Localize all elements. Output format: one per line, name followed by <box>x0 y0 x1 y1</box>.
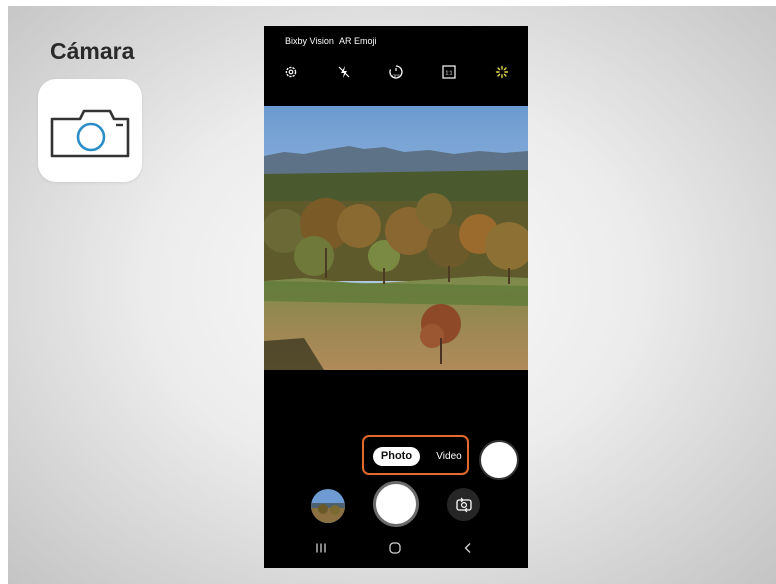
slide-title: Cámara <box>50 38 135 64</box>
floating-shutter-button[interactable] <box>479 440 519 480</box>
aspect-ratio-icon[interactable]: 1:1 <box>439 62 459 82</box>
settings-icon[interactable] <box>281 62 301 82</box>
aspect-ratio-label: 1:1 <box>446 71 453 77</box>
flash-off-icon[interactable] <box>334 62 354 82</box>
switch-camera-icon[interactable] <box>447 488 480 521</box>
viewfinder-preview <box>264 106 528 370</box>
video-mode-tab[interactable]: Video <box>431 447 467 466</box>
photo-mode-tab[interactable]: Photo <box>373 447 420 466</box>
phone-screen: Bixby Vision AR Emoji OFF 1:1 Photo Vide… <box>264 26 528 568</box>
timer-off-icon[interactable]: OFF <box>386 62 406 82</box>
filters-icon[interactable] <box>492 62 512 82</box>
gallery-thumbnail[interactable] <box>311 489 345 523</box>
bixby-vision-link[interactable]: Bixby Vision <box>285 36 334 46</box>
ar-emoji-link[interactable]: AR Emoji <box>339 36 377 46</box>
timer-off-label: OFF <box>392 74 400 78</box>
recent-apps-icon[interactable] <box>311 538 331 558</box>
back-icon[interactable] <box>458 538 478 558</box>
camera-app-icon <box>38 79 142 182</box>
home-icon[interactable] <box>385 538 405 558</box>
shutter-button[interactable] <box>373 481 419 527</box>
